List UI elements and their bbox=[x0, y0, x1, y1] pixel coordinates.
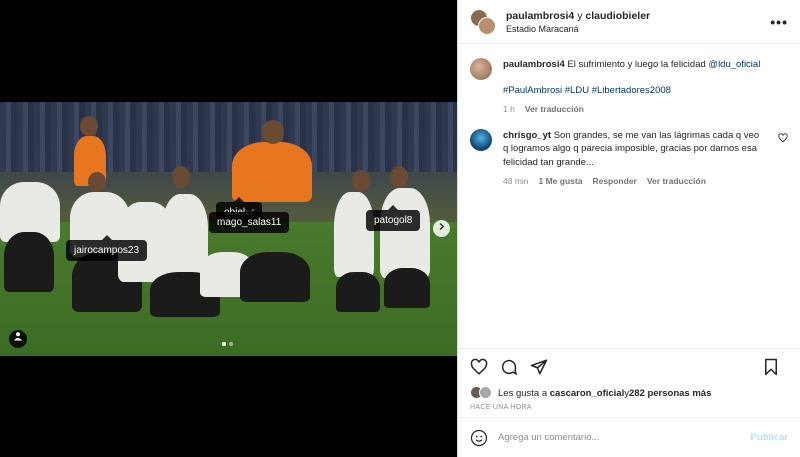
add-comment-bar: Publicar bbox=[458, 417, 800, 457]
post-button[interactable]: Publicar bbox=[751, 432, 789, 443]
chevron-right-svg bbox=[439, 222, 445, 231]
carousel-dots bbox=[222, 342, 233, 346]
player-figure bbox=[240, 252, 310, 302]
caption-body: paulambrosi4 El sufrimiento y luego la f… bbox=[503, 58, 775, 117]
emoji-icon[interactable] bbox=[470, 429, 488, 447]
heart-svg bbox=[778, 132, 788, 142]
post-timestamp[interactable]: HACE UNA HORA bbox=[458, 401, 800, 411]
liker-avatars[interactable] bbox=[470, 386, 494, 400]
caption-time[interactable]: 1 h bbox=[503, 103, 515, 117]
player-figure bbox=[4, 232, 54, 292]
location-link[interactable]: Estadio Maracaná bbox=[506, 24, 650, 34]
caption-hashtags[interactable]: #PaulAmbrosi #LDU #Libertadores2008 bbox=[503, 84, 775, 98]
player-figure bbox=[380, 188, 430, 278]
caption: paulambrosi4 El sufrimiento y luego la f… bbox=[470, 58, 788, 117]
header-usernames: paulambrosi4 y claudiobieler bbox=[506, 10, 650, 22]
likes-summary: Les gusta a cascaron_oficial y 282 perso… bbox=[458, 385, 800, 401]
user-tag[interactable]: jairocampos23 bbox=[66, 235, 148, 261]
caption-meta: 1 h Ver traducción bbox=[503, 103, 775, 117]
comment-username[interactable]: chrisgo_yt bbox=[503, 130, 551, 141]
caption-translate[interactable]: Ver traducción bbox=[525, 103, 584, 117]
likes-others[interactable]: 282 personas más bbox=[629, 388, 711, 399]
carousel-dot bbox=[229, 342, 233, 346]
send-svg bbox=[530, 359, 548, 375]
stadium-stands bbox=[0, 102, 457, 172]
player-head bbox=[390, 166, 408, 188]
header-text: paulambrosi4 y claudiobieler Estadio Mar… bbox=[506, 10, 650, 34]
comment-input[interactable] bbox=[498, 432, 751, 443]
referee-head bbox=[262, 120, 284, 144]
avatar[interactable] bbox=[470, 128, 492, 151]
user-tag[interactable]: patogol8 bbox=[366, 205, 421, 231]
bookmark-svg bbox=[765, 358, 777, 376]
player-figure bbox=[334, 192, 374, 277]
comment-reply[interactable]: Responder bbox=[592, 175, 636, 189]
heart-svg bbox=[470, 358, 488, 375]
comment-body: chrisgo_yt Son grandes, se me van las lá… bbox=[503, 129, 765, 189]
person-icon[interactable] bbox=[9, 330, 27, 348]
chevron-right-icon[interactable] bbox=[433, 220, 450, 237]
header-connector: y bbox=[574, 9, 586, 22]
post-media-pane: obieler mago_salas11 patogol8 jairocampo… bbox=[0, 0, 457, 457]
share-icon[interactable] bbox=[528, 356, 550, 378]
referee-head bbox=[80, 116, 98, 136]
caption-username[interactable]: paulambrosi4 bbox=[503, 59, 565, 70]
like-icon[interactable] bbox=[468, 356, 490, 378]
player-figure bbox=[336, 272, 380, 312]
carousel-dot bbox=[222, 342, 226, 346]
likes-prefix: Les gusta a bbox=[498, 387, 548, 399]
comment-translate[interactable]: Ver traducción bbox=[647, 175, 706, 189]
action-bar bbox=[458, 349, 800, 385]
post-sidebar: paulambrosi4 y claudiobieler Estadio Mar… bbox=[457, 0, 800, 457]
comment-meta: 48 min 1 Me gusta Responder Ver traducci… bbox=[503, 175, 765, 189]
header-avatars[interactable] bbox=[470, 8, 496, 35]
caption-text: El sufrimiento y luego la felicidad bbox=[567, 59, 706, 70]
caption-mention[interactable]: @ldu_oficial bbox=[708, 59, 760, 70]
comment-icon[interactable] bbox=[498, 356, 520, 378]
player-head bbox=[88, 172, 106, 192]
avatar[interactable] bbox=[470, 58, 492, 80]
comment-like-icon[interactable] bbox=[778, 132, 788, 146]
person-icon-svg bbox=[14, 332, 22, 341]
player-head bbox=[352, 170, 370, 192]
user-tag[interactable]: mago_salas11 bbox=[209, 207, 290, 233]
player-head bbox=[172, 166, 190, 188]
header-user1[interactable]: paulambrosi4 bbox=[506, 10, 574, 22]
likes-user[interactable]: cascaron_oficial bbox=[550, 388, 624, 399]
smiley-svg bbox=[470, 429, 488, 446]
bookmark-icon[interactable] bbox=[760, 356, 782, 378]
comment: chrisgo_yt Son grandes, se me van las lá… bbox=[470, 128, 788, 189]
header-user2[interactable]: claudiobieler bbox=[585, 10, 650, 22]
more-options-icon[interactable]: ••• bbox=[770, 14, 788, 30]
comment-likes[interactable]: 1 Me gusta bbox=[539, 175, 583, 189]
player-figure bbox=[384, 268, 430, 308]
comment-svg bbox=[501, 359, 518, 376]
avatar[interactable] bbox=[479, 386, 492, 399]
avatar[interactable] bbox=[478, 16, 496, 35]
post-header: paulambrosi4 y claudiobieler Estadio Mar… bbox=[458, 0, 800, 44]
referee-figure bbox=[232, 142, 312, 202]
comments-list: paulambrosi4 El sufrimiento y luego la f… bbox=[458, 44, 800, 349]
comment-time[interactable]: 48 min bbox=[503, 175, 529, 189]
